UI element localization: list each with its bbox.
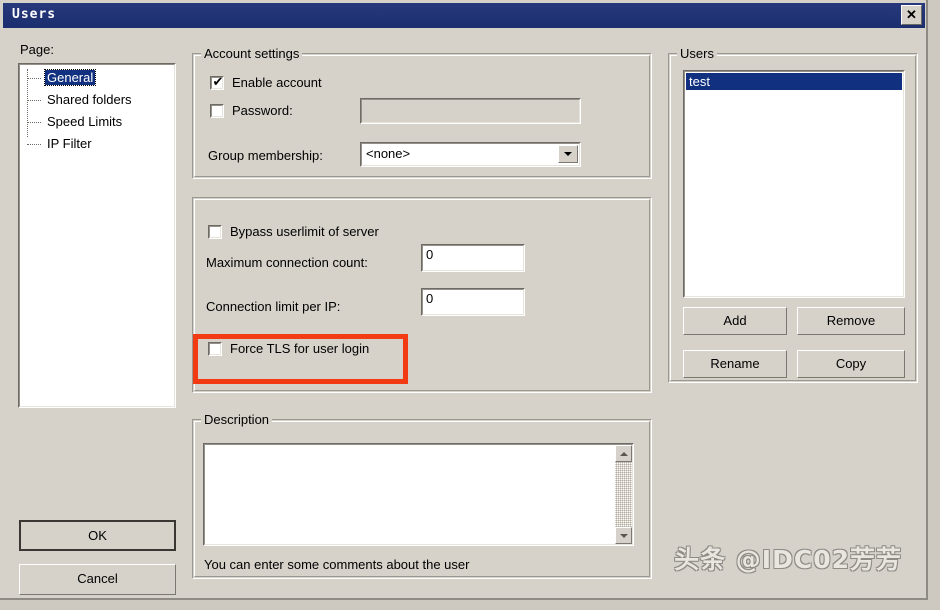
add-user-button[interactable]: Add (683, 307, 787, 335)
users-group-title: Users (677, 46, 717, 61)
max-connection-count-value: 0 (426, 247, 434, 262)
users-dialog: Users ✕ Page: General Shared folders Spe… (0, 0, 928, 600)
sidebar-item-general[interactable]: General (43, 69, 97, 86)
add-user-label: Add (723, 313, 747, 328)
users-listbox[interactable]: test (683, 70, 905, 298)
scroll-down-icon[interactable] (615, 527, 632, 544)
ok-button[interactable]: OK (19, 520, 176, 551)
force-tls-checkbox[interactable] (208, 342, 222, 356)
tree-dash (27, 100, 41, 102)
sidebar-item-ip-filter[interactable]: IP Filter (45, 136, 94, 151)
max-connection-count-label: Maximum connection count: (206, 255, 368, 270)
bypass-userlimit-checkbox[interactable] (208, 225, 222, 239)
group-membership-value: <none> (366, 146, 411, 161)
account-settings-group: Account settings ✔ Enable account Passwo… (192, 46, 652, 179)
group-membership-label: Group membership: (208, 148, 323, 163)
description-title: Description (201, 412, 273, 427)
title-bar: Users ✕ (3, 3, 925, 28)
tree-dash (27, 78, 41, 80)
enable-account-label: Enable account (232, 75, 322, 90)
force-tls-label: Force TLS for user login (230, 341, 370, 356)
remove-user-label: Remove (826, 313, 876, 328)
description-hint: You can enter some comments about the us… (204, 557, 470, 572)
page-label: Page: (20, 42, 54, 57)
rename-user-label: Rename (710, 356, 760, 371)
copy-user-button[interactable]: Copy (797, 350, 905, 378)
close-icon[interactable]: ✕ (901, 5, 922, 25)
tree-dash (27, 122, 41, 124)
rename-user-button[interactable]: Rename (683, 350, 787, 378)
ok-label: OK (88, 528, 107, 543)
tree-dash (27, 144, 41, 146)
watermark: 头条 @IDC02芳芳 (674, 545, 902, 574)
bypass-userlimit-label: Bypass userlimit of server (230, 224, 379, 239)
description-scrollbar[interactable] (615, 445, 632, 544)
connection-limit-per-ip-label: Connection limit per IP: (206, 299, 341, 314)
cancel-label: Cancel (77, 571, 118, 586)
account-settings-title: Account settings (201, 46, 303, 61)
max-connection-count-input[interactable]: 0 (421, 244, 525, 272)
password-field[interactable] (360, 98, 581, 124)
chevron-down-icon[interactable] (558, 145, 578, 163)
window-title: Users (12, 7, 57, 22)
description-textarea[interactable] (203, 443, 634, 546)
connection-limit-per-ip-value: 0 (426, 291, 434, 306)
password-label: Password: (232, 103, 293, 118)
connection-limit-per-ip-input[interactable]: 0 (421, 288, 525, 316)
copy-user-label: Copy (835, 356, 867, 371)
page-tree[interactable]: General Shared folders Speed Limits IP F… (18, 63, 176, 408)
limits-group: Bypass userlimit of server Maximum conne… (192, 197, 652, 393)
sidebar-item-speed-limits[interactable]: Speed Limits (45, 114, 124, 129)
checkmark-icon: ✔ (212, 74, 224, 89)
cancel-button[interactable]: Cancel (19, 564, 176, 595)
remove-user-button[interactable]: Remove (797, 307, 905, 335)
list-item[interactable]: test (686, 73, 902, 90)
password-checkbox[interactable] (210, 104, 224, 118)
group-membership-select[interactable]: <none> (360, 142, 581, 167)
screen: Users ✕ Page: General Shared folders Spe… (0, 0, 940, 610)
scroll-up-icon[interactable] (615, 445, 632, 462)
enable-account-checkbox[interactable]: ✔ (210, 74, 224, 90)
sidebar-item-shared-folders[interactable]: Shared folders (45, 92, 134, 107)
